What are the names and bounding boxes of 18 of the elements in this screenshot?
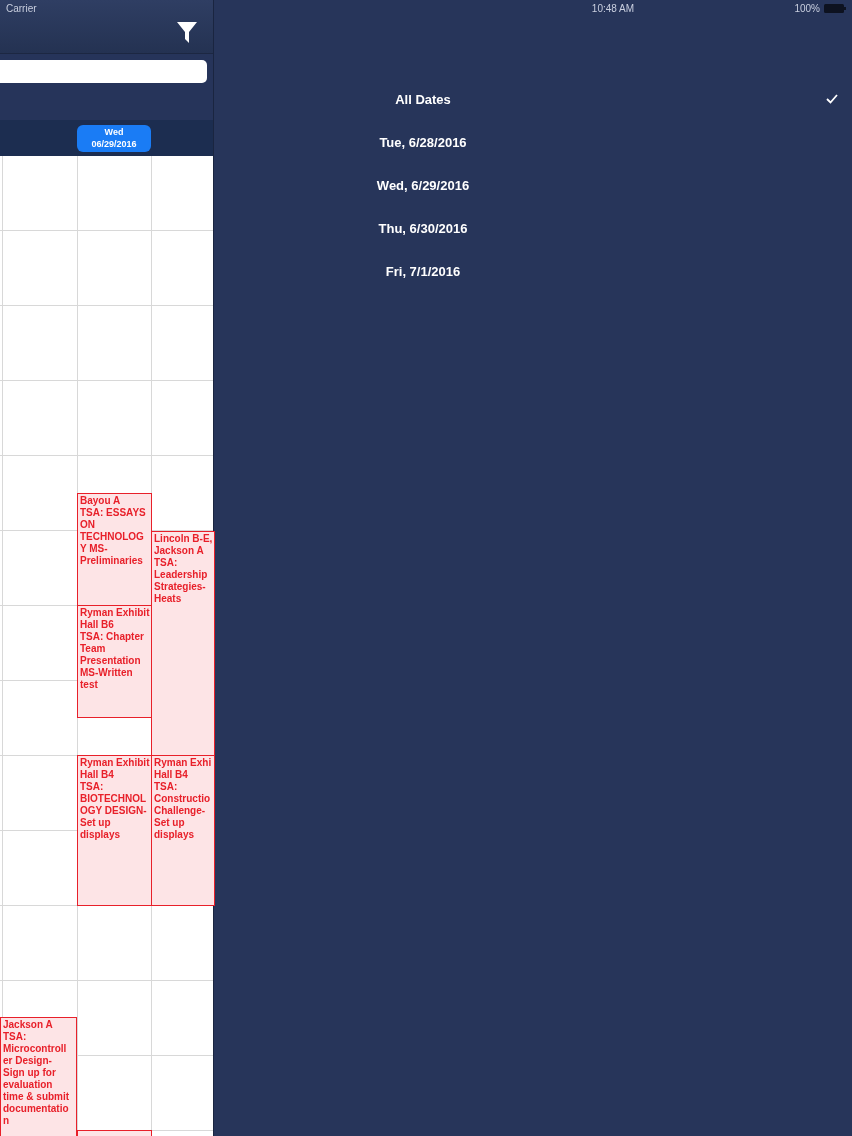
event-block[interactable]: Bayou A TSA: ESSAYS ON TECHNOLOG Y MS- Preliminaries xyxy=(77,493,152,606)
event-block[interactable]: Ryman Exhibit Hall B6 TSA: Chapter Team Presentation MS-Written test xyxy=(77,605,152,718)
event-block[interactable]: Ryman Exhi Hall B4 TSA: Constructio Challenge- Set up displays xyxy=(151,755,215,906)
search-field[interactable] xyxy=(0,60,207,83)
date-option[interactable]: Fri, 7/1/2016 xyxy=(214,250,852,293)
carrier-label: Carrier xyxy=(6,3,37,14)
event-block[interactable]: Jackson A TSA: Microcontroll er Design- Sign up for evaluation time & submit documentatio n xyxy=(0,1017,77,1136)
date-option[interactable]: Wed, 6/29/2016 xyxy=(214,164,852,207)
battery-label: 100% xyxy=(794,3,820,14)
date-tab[interactable]: Wed 06/29/2016 xyxy=(77,124,151,152)
date-option[interactable]: Tue, 6/28/2016 xyxy=(214,121,852,164)
clock-label: 10:48 AM xyxy=(591,3,635,14)
filter-icon[interactable] xyxy=(177,22,197,43)
event-block[interactable]: Ryman Exhibit Hall B4 TSA: BIOTECHNOL OGY DESIGN- Set up displays xyxy=(77,755,152,906)
date-option[interactable]: All Dates xyxy=(214,78,852,121)
battery-icon xyxy=(824,4,846,13)
date-option[interactable]: Thu, 6/30/2016 xyxy=(214,207,852,250)
event-block[interactable]: Lincoln B-E, Jackson A TSA: Leadership Strategies- Heats xyxy=(151,531,215,756)
